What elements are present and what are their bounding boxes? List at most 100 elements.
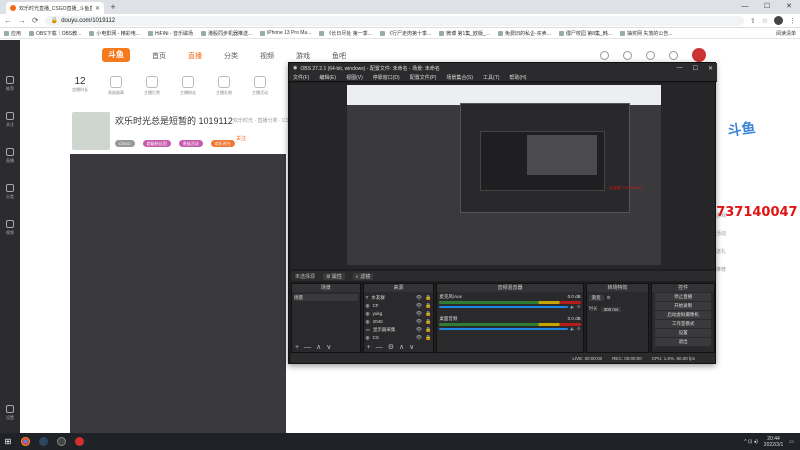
bookmark-item[interactable]: 小电影网 - 精彩电...	[89, 30, 140, 37]
menu-icon[interactable]: ⋮	[789, 17, 796, 25]
sidebar-item-category[interactable]: 分类	[6, 184, 14, 200]
forward-icon[interactable]: →	[18, 16, 26, 25]
douyu-logo[interactable]: 斗鱼	[102, 48, 130, 62]
tag[interactable]: CSGO	[115, 140, 135, 147]
download-icon[interactable]	[623, 50, 632, 60]
add-scene-button[interactable]: +	[295, 343, 299, 352]
obs-minimize-button[interactable]: —	[677, 65, 683, 72]
upload-icon[interactable]	[669, 50, 678, 60]
sidebar-item-video[interactable]: 视频	[6, 220, 14, 236]
toolbar-item[interactable]: 主播活动	[252, 76, 268, 96]
obs-maximize-button[interactable]: ☐	[693, 65, 698, 72]
source-item[interactable]: ▭ 显示器采集 👁 🔒	[366, 326, 432, 333]
channel-settings-icon[interactable]: ⚙	[577, 304, 581, 309]
move-down-button[interactable]: ∨	[409, 343, 414, 352]
obs-icon[interactable]	[52, 433, 70, 450]
reading-list-button[interactable]: 阅读清单	[776, 30, 796, 37]
move-down-button[interactable]: ∨	[326, 343, 331, 352]
properties-button[interactable]: ⚙ 属性	[323, 272, 345, 280]
menu-help[interactable]: 帮助(H)	[509, 74, 526, 81]
source-settings-icon[interactable]: ⚙	[388, 343, 394, 352]
nav-category[interactable]: 分类	[224, 51, 238, 61]
remove-source-button[interactable]: —	[376, 343, 383, 352]
bookmark-item[interactable]: 《长日尽处 第一季...	[319, 30, 372, 37]
volume-slider[interactable]: 🔈 ⚙	[439, 304, 581, 309]
side-link[interactable]: 活动	[716, 230, 726, 237]
volume-slider[interactable]: 🔈 ⚙	[439, 326, 581, 331]
nav-video[interactable]: 视频	[260, 51, 274, 61]
nav-fishbar[interactable]: 鱼吧	[332, 51, 346, 61]
obs-preview[interactable]: 水友群:737140047	[291, 83, 715, 269]
source-item[interactable]: ◍ 2040 👁 🔒	[366, 318, 432, 325]
steam-icon[interactable]	[34, 433, 52, 450]
maximize-button[interactable]: ☐	[756, 0, 778, 14]
tag[interactable]: 贵族活动	[178, 140, 203, 147]
source-item[interactable]: ◍ CS 👁 🔒	[366, 334, 432, 341]
nav-home[interactable]: 首页	[152, 51, 166, 61]
stop-streaming-button[interactable]: 停止直播	[655, 293, 712, 301]
minimize-button[interactable]: —	[734, 0, 756, 14]
clock[interactable]: 20:44 2022/3/1	[764, 436, 783, 448]
bookmark-item[interactable]: 僵尸校园 第8集_韩...	[558, 30, 612, 37]
video-player[interactable]	[70, 154, 286, 433]
add-source-button[interactable]: +	[367, 343, 371, 352]
nav-game[interactable]: 游戏	[296, 51, 310, 61]
channel-settings-icon[interactable]: ⚙	[577, 326, 581, 331]
close-tab-icon[interactable]: ✕	[95, 5, 100, 12]
source-item[interactable]: T 水友群 👁 🔒	[366, 294, 432, 301]
menu-edit[interactable]: 编辑(E)	[319, 74, 336, 81]
bookmark-item[interactable]: iPhone 13 Pro Ma...	[260, 30, 311, 36]
bookmark-item[interactable]: 微博 第1集_欧版_...	[439, 30, 490, 37]
side-link[interactable]: 推荐	[716, 266, 726, 273]
toolbar-item[interactable]: 主播礼物	[216, 76, 232, 96]
menu-docks[interactable]: 停靠窗口(D)	[373, 74, 400, 81]
nav-live[interactable]: 直播	[188, 51, 202, 61]
menu-scene-collection[interactable]: 场景集合(S)	[446, 74, 473, 81]
sidebar-item-settings[interactable]: 设置	[6, 405, 14, 421]
share-icon[interactable]: ⇪	[750, 17, 756, 25]
windows-start-icon[interactable]: ⊞	[0, 437, 16, 446]
history-icon[interactable]	[600, 50, 609, 60]
user-avatar[interactable]	[692, 48, 706, 62]
scene-item[interactable]: 场景	[294, 294, 358, 301]
back-icon[interactable]: ←	[4, 16, 12, 25]
menu-profile[interactable]: 配置文件(P)	[410, 74, 437, 81]
menu-file[interactable]: 文件(F)	[293, 74, 309, 81]
profile-avatar[interactable]	[774, 16, 783, 25]
remove-scene-button[interactable]: —	[304, 343, 311, 352]
filters-button[interactable]: ◐ 滤镜	[352, 272, 374, 280]
toolbar-item[interactable]: 主播打赏	[144, 76, 160, 96]
transition-settings-icon[interactable]: ⚙	[607, 295, 611, 301]
bookmark-item[interactable]: HiFiNi - 音乐磁场	[147, 30, 193, 37]
url-input[interactable]: 🔒 douyu.com/1019112	[44, 15, 744, 26]
bookmark-item[interactable]: 免费旧的私企-买卖...	[498, 30, 551, 37]
studio-mode-button[interactable]: 工作室模式	[655, 320, 712, 328]
sidebar-item-follow[interactable]: 关注	[6, 112, 14, 128]
obs-close-button[interactable]: ✕	[708, 65, 713, 72]
bookmark-item[interactable]: OBS下载｜OBS教...	[29, 30, 81, 37]
bookmark-item[interactable]: 抽奖网 失落的公告...	[619, 30, 673, 37]
duration-input[interactable]: 300 ms	[600, 306, 622, 312]
message-icon[interactable]	[646, 50, 655, 60]
tag[interactable]: 欢乐时光	[210, 140, 235, 147]
record-icon[interactable]	[70, 433, 88, 450]
chrome-icon[interactable]	[16, 433, 34, 450]
close-window-button[interactable]: ✕	[778, 0, 800, 14]
bookmark-item[interactable]: 应用	[4, 30, 21, 37]
source-item[interactable]: ◍ yukg 👁 🔒	[366, 310, 432, 317]
settings-button[interactable]: 设置	[655, 329, 712, 337]
browser-tab[interactable]: 欢乐时光直播_CSGO直播_斗鱼直播 ✕	[6, 2, 104, 14]
new-tab-button[interactable]: +	[108, 3, 118, 12]
start-recording-button[interactable]: 开始录制	[655, 302, 712, 310]
tray-icons[interactable]: ^ ⊡ ◂)	[744, 439, 758, 445]
bookmark-item[interactable]: 港股同步机器推送...	[201, 30, 252, 37]
tag[interactable]: 超级粉丝团	[142, 140, 171, 147]
toolbar-item[interactable]: 主播粉丝	[180, 76, 196, 96]
speaker-icon[interactable]: 🔈	[570, 304, 575, 309]
transition-select[interactable]: 渐变	[588, 295, 604, 301]
virtual-camera-button[interactable]: 启动虚拟摄像机	[655, 311, 712, 319]
exit-button[interactable]: 退出	[655, 338, 712, 346]
sidebar-item-recommend[interactable]: 推荐	[6, 76, 14, 92]
source-item[interactable]: ◍ CF 👁 🔒	[366, 302, 432, 309]
notifications-icon[interactable]: ▭	[789, 439, 794, 445]
